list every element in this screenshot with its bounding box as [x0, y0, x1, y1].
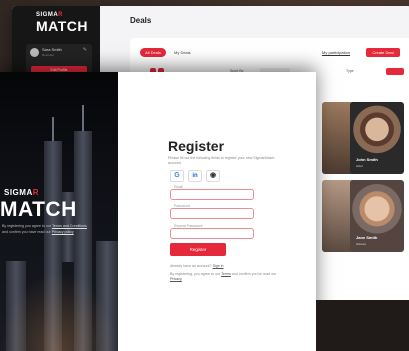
brand-logo-prefix: SIGMAR	[4, 188, 40, 197]
tab-all-deals[interactable]: All Deals	[140, 48, 166, 57]
privacy-link[interactable]: Privacy	[170, 277, 182, 281]
password-field[interactable]	[170, 208, 254, 219]
user-name: Sara Smith	[42, 47, 62, 52]
brand-tagline-1: By registering you agree to our Terms an…	[2, 224, 87, 228]
profile-card[interactable]: John Smith Actor	[350, 102, 404, 174]
filter-label[interactable]: Type	[346, 69, 354, 73]
my-participation-link[interactable]: My participation	[322, 48, 350, 57]
sign-in-link[interactable]: Sign in	[213, 264, 224, 268]
page-title: Register	[168, 138, 225, 154]
sidebar-logo: MATCH	[36, 18, 89, 34]
google-icon[interactable]: G	[170, 170, 184, 182]
email-field[interactable]	[170, 189, 254, 200]
reset-button[interactable]	[386, 68, 404, 75]
spire	[52, 117, 54, 141]
edit-icon[interactable]: ✎	[83, 47, 87, 53]
tab-my-deals[interactable]: My Deals	[174, 48, 191, 57]
login-prompt: Already have an account? Sign in	[170, 264, 224, 268]
page-title: Deals	[130, 16, 152, 25]
profile-name: John Smith	[356, 157, 378, 162]
register-subtitle: Please fill out the following fields to …	[168, 156, 275, 165]
spire	[82, 105, 84, 131]
register-button[interactable]: Register	[170, 243, 226, 256]
profile-name: Jane Smith	[356, 235, 378, 240]
profile-card[interactable]: Jane Smith Actress	[350, 180, 404, 252]
linkedin-icon[interactable]: in	[188, 170, 202, 182]
city-glow	[0, 271, 118, 351]
brand-logo: MATCH	[0, 198, 77, 221]
user-role: Recruiter	[42, 53, 55, 57]
profile-sub: Actor	[356, 164, 364, 168]
city-image: SIGMAR MATCH By registering you agree to…	[0, 72, 118, 351]
terms-link[interactable]: Terms	[221, 272, 231, 276]
brand-tagline-2: and confirm you have read our Privacy po…	[2, 230, 74, 234]
repeat-password-field[interactable]	[170, 228, 254, 239]
terms-note: By registering, you agree to our Terms a…	[170, 272, 277, 281]
profile-sub: Actress	[356, 242, 367, 246]
register-form: Register Please fill out the following f…	[118, 72, 316, 351]
background-shadow	[316, 300, 409, 351]
github-icon[interactable]: ◉	[206, 170, 220, 182]
avatar	[30, 48, 39, 57]
create-deal-button[interactable]: Create Deal	[366, 48, 400, 57]
register-window: SIGMAR MATCH By registering you agree to…	[0, 72, 316, 351]
